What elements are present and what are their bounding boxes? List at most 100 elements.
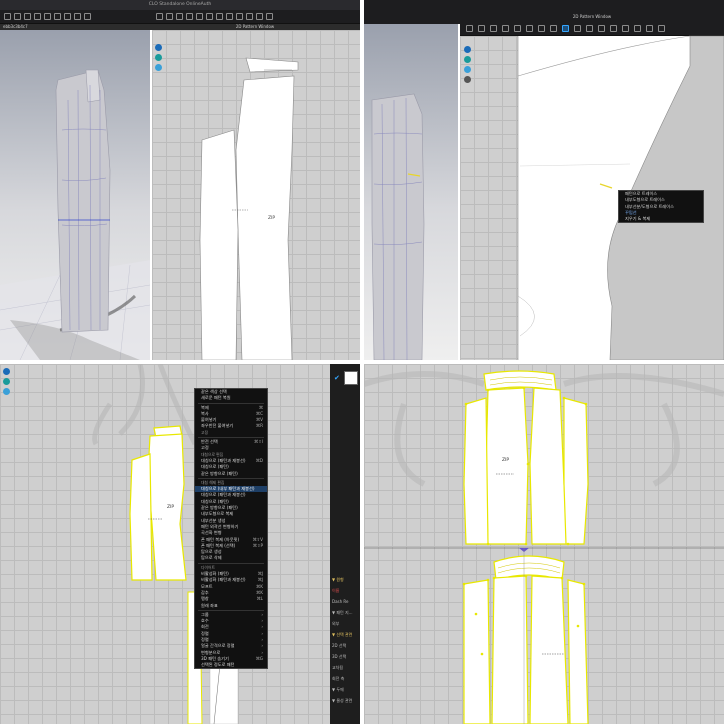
pin-tool-icon[interactable] [34,13,41,20]
menu-item-label: 탑으로 생성 [201,549,222,555]
property-item[interactable]: 외부 [332,618,360,629]
viewport-3d[interactable] [364,24,458,360]
button-tool-icon[interactable] [246,13,253,20]
property-item[interactable]: 교차됨 [332,662,360,673]
menu-item-label: 복제 [201,404,209,410]
viewport-3d[interactable] [0,30,151,360]
menu-item-label: 3D 패턴 숨기기 [201,655,229,661]
measure-tool-icon[interactable] [658,25,665,32]
viewport-2d[interactable]: ZIP [152,30,360,360]
rectangle-tool-icon[interactable] [186,13,193,20]
menu-item-label: 변형분으로 [201,649,221,655]
move-tool-icon[interactable] [14,13,21,20]
avatar-tool-icon[interactable] [44,13,51,20]
dart-tool-icon[interactable] [206,13,213,20]
zip-label: ZIP [502,458,510,463]
rotate-tool-icon[interactable] [24,13,31,20]
topstitch-tool-icon[interactable] [256,13,263,20]
seam-tool-icon[interactable] [538,25,545,32]
circle-tool-icon[interactable] [196,13,203,20]
fold-tool-icon[interactable] [610,25,617,32]
menu-item-label: 감추 [201,589,209,595]
quadrant-top-left: CLO Standalone OnlineAuth ebb3c3b4c7 2D … [0,0,360,360]
polygon-tool-icon[interactable] [176,13,183,20]
menu-item-label: 정렬 [201,630,209,636]
menu-item-label: 대칭으로 (패턴과 재봉선) [201,457,246,463]
menu-item-label: 같은 방향으로 (패턴) [201,505,238,511]
menu-item-label: 호수 [201,618,209,624]
rectangle-tool-icon[interactable] [502,25,509,32]
texture-tool-icon[interactable] [64,13,71,20]
transform-tool-icon[interactable] [156,13,163,20]
fold-tool-icon[interactable] [84,13,91,20]
texture-tool-icon[interactable] [622,25,629,32]
menu-item-label: 비활성화 (패턴과 재봉선) [201,577,246,583]
edit-point-tool-icon[interactable] [478,25,485,32]
topstitch-tool-icon[interactable] [586,25,593,32]
menu-item-delete-duplicate[interactable]: 지우기 & 복제 [619,216,703,222]
quadrant-bottom-left: ZIP 같은 색상 선택 새로운 패턴 복원 복제 ⌘ 복사 ⌘C 붙여넣기 ⌘V 좌우반전 붙… [0,364,360,724]
menu-item-label: 복사 [201,410,209,416]
menu-item-label: 같은 색상 선택 [201,389,227,394]
pleat-tool-icon[interactable] [266,13,273,20]
property-item[interactable]: Dash Re [332,596,360,607]
menu-item-label: 내부도형으로 복제 [201,511,234,517]
garment-3d-svg [371,93,425,360]
menu-item-label: 정렬 [201,636,209,642]
patterns-2d-svg [199,57,299,360]
context-menu: 패턴으로 트레이스 내부도형으로 트레이스 내부선분/도형으로 트레이스 꾸밈선… [618,190,704,224]
checkmark-icon[interactable]: ✔ [334,374,340,382]
trace-tool-icon[interactable] [562,25,569,32]
trace-tool-icon[interactable] [236,13,243,20]
zip-tool-icon[interactable] [226,13,233,20]
property-item[interactable]: 회전 축 [332,673,360,684]
select-tool-icon[interactable] [4,13,11,20]
circle-tool-icon[interactable] [514,25,521,32]
menu-separator [198,402,264,404]
property-item[interactable]: 2D 선택 [332,640,360,651]
property-item[interactable]: ▼ 패턴 지... [332,607,360,618]
menu-item[interactable]: 원래 좌표 [195,603,267,609]
seam-tool-icon[interactable] [216,13,223,20]
property-item[interactable]: ▼ 두께 [332,684,360,695]
menu-item[interactable]: 같은 방향으로 (패턴) [195,471,267,477]
menu-item[interactable]: 탑으로 삭제 [195,555,267,561]
menu-item-label: 대칭으로 (패턴과 재봉선) [201,492,246,498]
property-panel: ✔ ▼ 원형 이름 Dash Re ▼ 패턴 지... 외부 ▼ 선택 관련 2D 선택 3D… [330,364,360,724]
toolbar-3d [0,10,150,24]
dart-tool-icon[interactable] [526,25,533,32]
polygon-tool-icon[interactable] [490,25,497,32]
menu-item[interactable]: 선택된 정도로 패턴 [195,662,267,668]
property-item[interactable]: ▼ 원형 [332,574,360,585]
panel-2d-title: 2D Pattern Window [460,14,724,20]
brush-tool-icon[interactable] [74,13,81,20]
edit-point-tool-icon[interactable] [166,13,173,20]
viewport-2d[interactable]: ZIP [364,364,724,724]
button-tool-icon[interactable] [574,25,581,32]
viewport-2d[interactable]: 패턴으로 트레이스 내부도형으로 트레이스 내부선분/도형으로 트레이스 꾸밈선… [460,35,724,360]
quadrant-bottom-right: ZIP [364,364,724,724]
menu-item-label: 대칭 해제 편집 [201,479,225,485]
property-item[interactable]: 이름 [332,585,360,596]
color-swatch[interactable] [344,371,358,385]
property-item[interactable]: 3D 선택 [332,651,360,662]
garment-3d-svg [0,69,151,360]
menu-item-label: 선택된 정도로 패턴 [201,662,235,668]
window-title: CLO Standalone OnlineAuth [0,0,360,10]
property-item[interactable]: ▼ 선택 관련 [332,629,360,640]
menu-item-label: 대칭으로 (패턴) [201,464,229,470]
measure-tool-icon[interactable] [54,13,61,20]
quadrant-top-right: 2D Pattern Window 패턴으로 트레이스 내부도형으로 트레이스 … [364,0,724,360]
pleat-tool-icon[interactable] [598,25,605,32]
zip-tool-icon[interactable] [550,25,557,32]
graphic-tool-icon[interactable] [634,25,641,32]
menu-item[interactable]: 새로운 패턴 복원 [195,395,267,401]
menu-item-label: 고정 [201,429,208,435]
viewport-2d[interactable]: ZIP 같은 색상 선택 새로운 패턴 복원 복제 ⌘ 복사 ⌘C 붙여넣기 ⌘V 좌우반전 붙… [0,364,330,724]
menu-item-label: 비활성화 (패턴) [201,571,229,577]
property-item[interactable]: ▼ 물성 관련 [332,695,360,706]
menu-item-label: 대칭으로 (패턴) [201,498,229,504]
transform-tool-icon[interactable] [466,25,473,32]
menu-item-label: 고정 [201,445,209,451]
fitting-tool-icon[interactable] [646,25,653,32]
